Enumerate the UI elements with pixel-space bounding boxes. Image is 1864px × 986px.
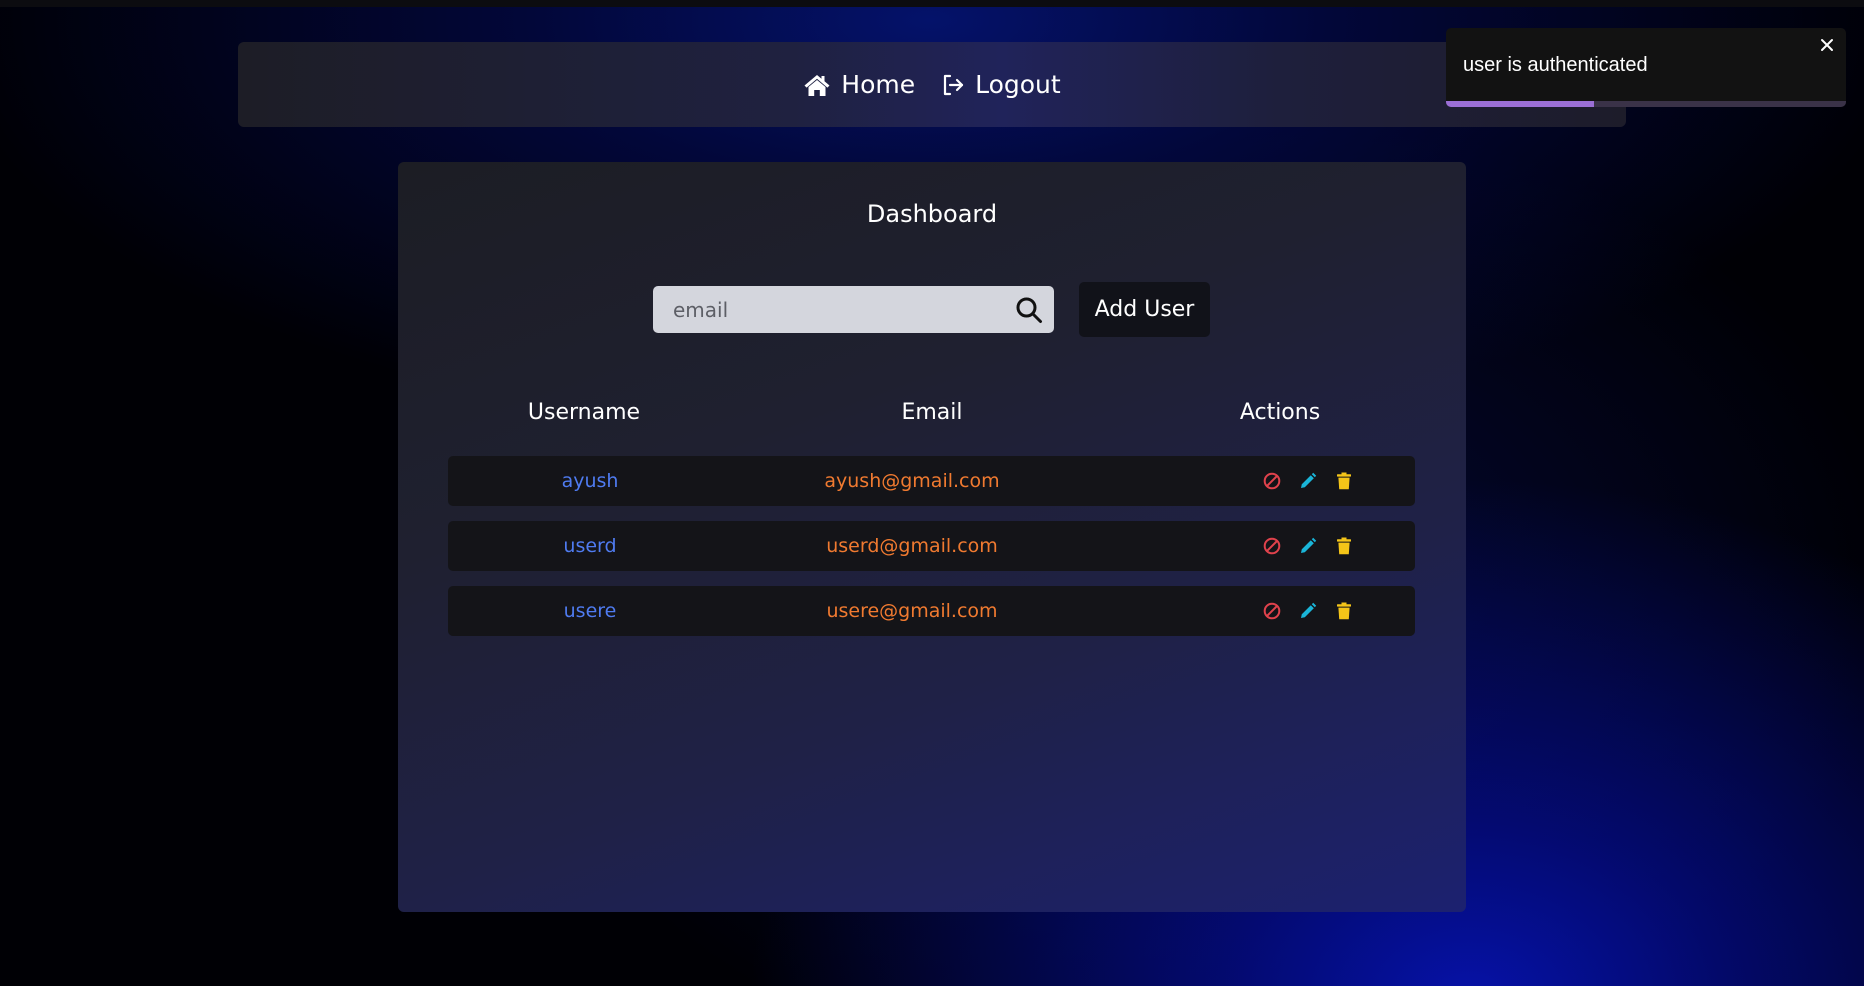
nav-logout-label: Logout xyxy=(975,70,1061,99)
toast-progress-track xyxy=(1446,101,1846,107)
edit-icon[interactable] xyxy=(1298,471,1318,491)
username-cell[interactable]: usere xyxy=(448,586,732,636)
email-cell: usere@gmail.com xyxy=(826,600,998,622)
block-icon[interactable] xyxy=(1262,471,1282,491)
add-user-button[interactable]: Add User xyxy=(1079,282,1210,337)
block-icon[interactable] xyxy=(1262,536,1282,556)
table-row: usere usere@gmail.com xyxy=(448,586,1415,636)
page-title: Dashboard xyxy=(866,200,998,228)
email-cell: ayush@gmail.com xyxy=(824,470,1000,492)
nav-home-label: Home xyxy=(841,70,916,99)
search-input[interactable] xyxy=(653,286,1014,333)
username-cell[interactable]: userd xyxy=(448,521,732,571)
top-strip xyxy=(0,0,1864,7)
column-header-username: Username xyxy=(527,400,641,425)
delete-icon[interactable] xyxy=(1334,471,1354,491)
delete-icon[interactable] xyxy=(1334,536,1354,556)
row-actions xyxy=(1208,586,1408,636)
nav-home-link[interactable]: Home xyxy=(803,70,915,99)
row-actions xyxy=(1208,456,1408,506)
toast-progress-bar xyxy=(1446,101,1594,107)
edit-icon[interactable] xyxy=(1298,536,1318,556)
nav-logout-link[interactable]: Logout xyxy=(941,70,1061,99)
logout-icon xyxy=(941,73,965,97)
toast-message: user is authenticated xyxy=(1463,54,1648,76)
column-header-actions: Actions xyxy=(1239,400,1321,425)
close-icon[interactable] xyxy=(1816,34,1838,56)
toast-notification: user is authenticated xyxy=(1446,28,1846,107)
home-icon xyxy=(803,73,831,97)
email-cell: userd@gmail.com xyxy=(826,535,998,557)
navbar: Home Logout xyxy=(238,42,1626,127)
username-cell[interactable]: ayush xyxy=(448,456,732,506)
block-icon[interactable] xyxy=(1262,601,1282,621)
delete-icon[interactable] xyxy=(1334,601,1354,621)
column-header-email: Email xyxy=(901,400,963,425)
row-actions xyxy=(1208,521,1408,571)
search-box xyxy=(653,286,1054,333)
edit-icon[interactable] xyxy=(1298,601,1318,621)
table-row: userd userd@gmail.com xyxy=(448,521,1415,571)
search-icon[interactable] xyxy=(1014,295,1044,325)
table-row: ayush ayush@gmail.com xyxy=(448,456,1415,506)
